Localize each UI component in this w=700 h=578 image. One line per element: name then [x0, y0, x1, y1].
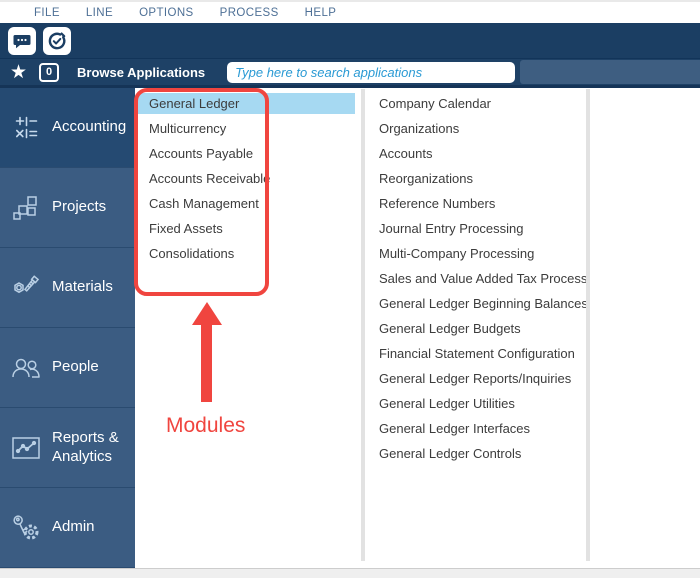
app-item-gl-reports-inquiries[interactable]: General Ledger Reports/Inquiries	[365, 366, 586, 391]
sidebar-item-people[interactable]: People	[0, 328, 135, 408]
menu-line[interactable]: LINE	[86, 7, 113, 19]
menu-bar: FILE LINE OPTIONS PROCESS HELP	[0, 0, 700, 23]
sidebar-item-label: People	[52, 358, 105, 377]
empty-panel	[590, 88, 700, 568]
sidebar-item-label: Materials	[52, 278, 119, 297]
app-item-gl-utilities[interactable]: General Ledger Utilities	[365, 391, 586, 416]
app-item-organizations[interactable]: Organizations	[365, 116, 586, 141]
timer-button[interactable]	[43, 27, 71, 55]
module-item-multicurrency[interactable]: Multicurrency	[138, 116, 355, 141]
nut-bolt-icon	[0, 274, 52, 302]
applications-panel: Company Calendar Organizations Accounts …	[365, 88, 586, 568]
menu-process[interactable]: PROCESS	[220, 7, 279, 19]
menu-file[interactable]: FILE	[34, 7, 60, 19]
sidebar-item-reports-analytics[interactable]: Reports & Analytics	[0, 408, 135, 488]
timer-check-icon	[47, 31, 67, 51]
menu-options[interactable]: OPTIONS	[139, 7, 194, 19]
module-item-general-ledger[interactable]: General Ledger	[138, 93, 355, 114]
key-gear-icon	[0, 514, 52, 542]
people-icon	[0, 355, 52, 381]
module-item-consolidations[interactable]: Consolidations	[138, 241, 355, 266]
app-item-gl-beginning-balances[interactable]: General Ledger Beginning Balances	[365, 291, 586, 316]
chat-icon	[12, 31, 32, 51]
bottom-bar	[0, 568, 700, 578]
zero-key-badge[interactable]: 0	[39, 63, 59, 82]
calculator-icon	[0, 114, 52, 141]
app-item-gl-controls[interactable]: General Ledger Controls	[365, 441, 586, 466]
sidebar-item-label: Admin	[52, 518, 101, 537]
applications-list: Company Calendar Organizations Accounts …	[365, 91, 586, 466]
app-item-company-calendar[interactable]: Company Calendar	[365, 91, 586, 116]
sidebar-item-label: Reports & Analytics	[52, 429, 135, 467]
module-item-cash-management[interactable]: Cash Management	[138, 191, 355, 216]
sidebar-item-accounting[interactable]: Accounting	[0, 88, 135, 168]
toolbar	[0, 23, 700, 58]
sidebar-item-projects[interactable]: Projects	[0, 168, 135, 248]
sidebar-item-label: Accounting	[52, 118, 132, 137]
browse-applications-label: Browse Applications	[77, 65, 205, 80]
chart-icon	[0, 435, 52, 461]
main-body: Accounting Projects	[0, 88, 700, 568]
app-item-gl-budgets[interactable]: General Ledger Budgets	[365, 316, 586, 341]
app-item-reference-numbers[interactable]: Reference Numbers	[365, 191, 586, 216]
app-item-sales-vat-processing[interactable]: Sales and Value Added Tax Processing	[365, 266, 586, 291]
app-item-gl-interfaces[interactable]: General Ledger Interfaces	[365, 416, 586, 441]
module-item-accounts-receivable[interactable]: Accounts Receivable	[138, 166, 355, 191]
chat-button[interactable]	[8, 27, 36, 55]
app-bar-right-panel	[520, 60, 700, 84]
module-item-fixed-assets[interactable]: Fixed Assets	[138, 216, 355, 241]
category-sidebar: Accounting Projects	[0, 88, 135, 568]
app-item-reorganizations[interactable]: Reorganizations	[365, 166, 586, 191]
menu-help[interactable]: HELP	[305, 7, 337, 19]
modules-panel: General Ledger Multicurrency Accounts Pa…	[135, 88, 361, 568]
app-item-journal-entry-processing[interactable]: Journal Entry Processing	[365, 216, 586, 241]
org-squares-icon	[0, 194, 52, 221]
sidebar-item-label: Projects	[52, 198, 112, 217]
application-bar: ★ 0 Browse Applications	[0, 58, 700, 88]
app-item-multi-company-processing[interactable]: Multi-Company Processing	[365, 241, 586, 266]
app-item-accounts[interactable]: Accounts	[365, 141, 586, 166]
sidebar-item-admin[interactable]: Admin	[0, 488, 135, 568]
sidebar-item-materials[interactable]: Materials	[0, 248, 135, 328]
star-icon[interactable]: ★	[10, 63, 27, 82]
app-item-financial-statement-configuration[interactable]: Financial Statement Configuration	[365, 341, 586, 366]
search-input[interactable]	[227, 62, 515, 83]
module-item-accounts-payable[interactable]: Accounts Payable	[138, 141, 355, 166]
modules-list: General Ledger Multicurrency Accounts Pa…	[135, 93, 361, 266]
